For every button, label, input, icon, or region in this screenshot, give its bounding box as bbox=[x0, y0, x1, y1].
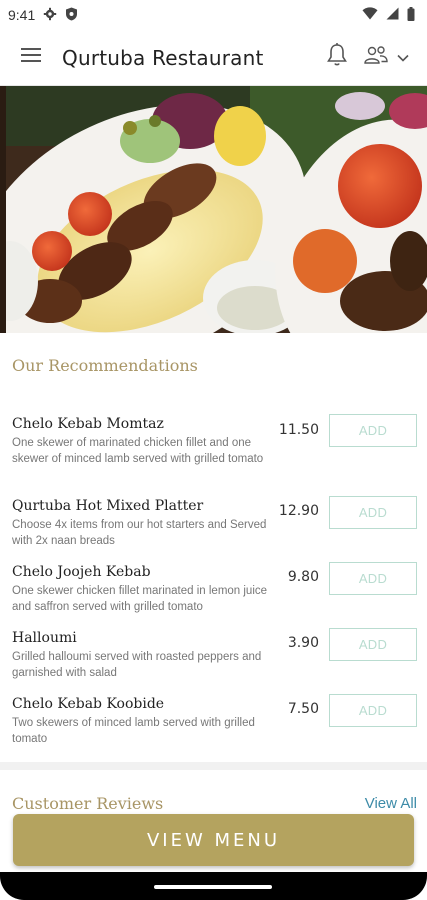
item-price: 12.90 bbox=[278, 503, 319, 519]
list-item: Chelo Kebab Momtaz One skewer of marinat… bbox=[0, 414, 427, 496]
view-all-link[interactable]: View All bbox=[365, 792, 417, 810]
gear-icon bbox=[43, 7, 57, 24]
bell-icon[interactable] bbox=[325, 42, 349, 73]
list-item: Halloumi Grilled halloumi served with ro… bbox=[0, 628, 427, 694]
hamburger-menu-button[interactable] bbox=[0, 30, 62, 86]
item-price: 3.90 bbox=[287, 635, 319, 651]
chevron-down-icon bbox=[397, 49, 409, 67]
home-gesture-handle[interactable] bbox=[154, 885, 272, 889]
app-bar: Qurtuba Restaurant bbox=[0, 30, 427, 86]
reviews-title: Customer Reviews bbox=[12, 794, 164, 810]
item-name: Chelo Kebab Momtaz bbox=[12, 416, 164, 432]
item-description: Choose 4x items from our hot starters an… bbox=[12, 519, 267, 547]
list-item: Qurtuba Hot Mixed Platter Choose 4x item… bbox=[0, 496, 427, 562]
account-switcher[interactable] bbox=[363, 45, 409, 70]
hero-food-image bbox=[0, 86, 427, 333]
item-price: 9.80 bbox=[287, 569, 319, 585]
item-name: Chelo Kebab Koobide bbox=[12, 696, 165, 712]
app-title: Qurtuba Restaurant bbox=[62, 45, 264, 70]
item-name: Halloumi bbox=[12, 630, 77, 646]
add-button[interactable]: ADD bbox=[329, 414, 417, 447]
add-button[interactable]: ADD bbox=[329, 694, 417, 727]
add-button[interactable]: ADD bbox=[329, 562, 417, 595]
battery-icon bbox=[407, 6, 415, 24]
item-description: One skewer of marinated chicken fillet a… bbox=[12, 437, 264, 465]
item-price: 7.50 bbox=[287, 701, 319, 717]
list-item: Chelo Kebab Koobide Two skewers of mince… bbox=[0, 694, 427, 754]
view-menu-button[interactable]: VIEW MENU bbox=[13, 814, 414, 866]
item-description: One skewer chicken fillet marinated in l… bbox=[12, 585, 268, 613]
section-divider bbox=[0, 762, 427, 770]
item-name: Chelo Joojeh Kebab bbox=[12, 564, 151, 580]
signal-icon bbox=[386, 7, 399, 23]
item-description: Two skewers of minced lamb served with g… bbox=[12, 717, 255, 745]
reviews-header: Customer Reviews View All bbox=[12, 792, 417, 810]
item-price: 11.50 bbox=[278, 422, 319, 438]
item-name: Qurtuba Hot Mixed Platter bbox=[12, 498, 204, 514]
recommendations-list: Chelo Kebab Momtaz One skewer of marinat… bbox=[0, 414, 427, 754]
item-description: Grilled halloumi served with roasted pep… bbox=[12, 651, 262, 679]
status-bar: 9:41 bbox=[0, 0, 427, 30]
hamburger-menu-icon bbox=[20, 47, 42, 68]
status-time: 9:41 bbox=[8, 7, 36, 23]
users-icon bbox=[363, 45, 389, 70]
shield-icon bbox=[65, 7, 78, 24]
list-item: Chelo Joojeh Kebab One skewer chicken fi… bbox=[0, 562, 427, 628]
wifi-icon bbox=[362, 7, 378, 23]
recommendations-title: Our Recommendations bbox=[12, 356, 198, 375]
add-button[interactable]: ADD bbox=[329, 496, 417, 529]
add-button[interactable]: ADD bbox=[329, 628, 417, 661]
